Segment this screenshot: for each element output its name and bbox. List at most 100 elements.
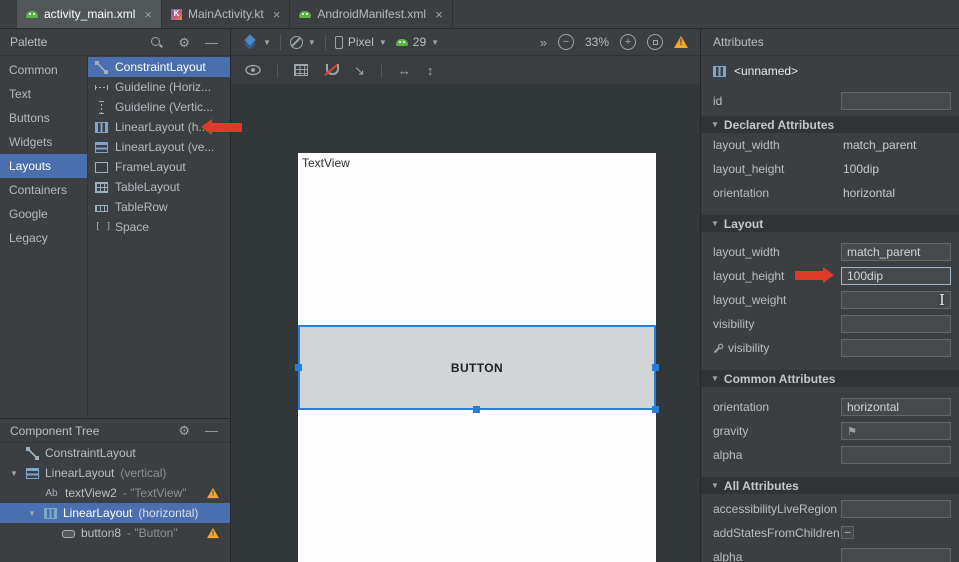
chevron-down-icon: ▼ <box>308 38 316 47</box>
resize-handle-bottom[interactable] <box>473 406 480 413</box>
accessibilityliveregion-input[interactable] <box>841 500 951 518</box>
close-icon[interactable]: × <box>273 8 281 21</box>
expand-caret-icon[interactable]: ▼ <box>28 509 36 518</box>
tree-item-constraintlayout[interactable]: ConstraintLayout <box>0 443 230 463</box>
alpha-input[interactable] <box>841 548 951 562</box>
attr-row-id: id <box>701 86 959 116</box>
orientation-input[interactable]: horizontal <box>841 398 951 416</box>
android-studio-window: activity_main.xml × K MainActivity.kt × … <box>0 0 959 562</box>
palette-item-space[interactable]: [ ] Space <box>88 217 230 237</box>
alpha-input[interactable] <box>841 446 951 464</box>
canvas-button[interactable]: BUTTON <box>451 361 503 375</box>
toolbar-overflow-icon[interactable]: » <box>540 35 547 50</box>
tools-visibility-input[interactable] <box>841 339 951 357</box>
layout-weight-input[interactable] <box>841 291 951 309</box>
flag-icon[interactable]: ⚑ <box>847 426 857 438</box>
warning-icon[interactable] <box>207 528 219 538</box>
palette-item-guideline-horizontal[interactable]: Guideline (Horiz... <box>88 77 230 97</box>
theme-icon <box>290 36 303 49</box>
category-widgets[interactable]: Widgets <box>0 130 87 154</box>
close-icon[interactable]: × <box>144 8 152 21</box>
layout-width-input[interactable]: match_parent <box>841 243 951 261</box>
attr-row-addstatesfromchildren: addStatesFromChildren – <box>701 521 959 545</box>
section-header-common-attributes[interactable]: ▼ Common Attributes <box>701 370 959 387</box>
warning-icon[interactable] <box>674 36 688 48</box>
palette-item-tablelayout[interactable]: TableLayout <box>88 177 230 197</box>
section-header-all-attributes[interactable]: ▼ All Attributes <box>701 477 959 494</box>
palette-item-tablerow[interactable]: TableRow <box>88 197 230 217</box>
tree-item-linearlayout-horizontal[interactable]: ▼ LinearLayout(horizontal) <box>0 503 230 523</box>
device-selector[interactable]: Pixel ▼ <box>335 35 387 49</box>
section-header-declared-attributes[interactable]: ▼ Declared Attributes <box>701 116 959 133</box>
id-input[interactable] <box>841 92 951 110</box>
attributes-body: <unnamed> id ▼ Declared Attributes layou… <box>701 56 959 562</box>
framelayout-icon <box>95 162 108 173</box>
guideline-horizontal-icon <box>95 81 108 94</box>
collapse-caret-icon: ▼ <box>711 219 719 228</box>
attr-row-visibility: visibility <box>701 312 959 336</box>
category-buttons[interactable]: Buttons <box>0 106 87 130</box>
autoconnect-off-icon[interactable] <box>324 64 338 77</box>
attr-value[interactable]: match_parent <box>843 133 916 157</box>
tab-mainactivity-kt[interactable]: K MainActivity.kt × <box>162 0 290 28</box>
resize-handle-left[interactable] <box>295 364 302 371</box>
tablerow-icon <box>95 205 108 212</box>
minimize-icon[interactable]: — <box>205 424 218 437</box>
category-legacy[interactable]: Legacy <box>0 226 87 250</box>
attr-value[interactable]: 100dip <box>843 157 879 181</box>
api-level-selector[interactable]: 29 ▼ <box>396 35 439 49</box>
tree-item-textview2[interactable]: Ab textView2- "TextView" <box>0 483 230 503</box>
section-title: Common Attributes <box>724 372 836 386</box>
id-label: id <box>713 86 722 116</box>
chevron-down-icon: ▼ <box>379 38 387 47</box>
palette-item-constraintlayout[interactable]: ConstraintLayout <box>88 57 230 77</box>
search-icon[interactable] <box>150 36 163 49</box>
attr-row-tools-visibility: visibility <box>701 336 959 360</box>
addstatesfromchildren-checkbox[interactable]: – <box>841 526 854 539</box>
gravity-input[interactable]: ⚑ <box>841 422 951 440</box>
category-layouts[interactable]: Layouts <box>0 154 87 178</box>
tree-item-linearlayout-vertical[interactable]: ▼ LinearLayout(vertical) <box>0 463 230 483</box>
resize-handle-bottom-right[interactable] <box>652 406 659 413</box>
zoom-out-button[interactable]: − <box>558 34 574 50</box>
expand-vertical-icon[interactable]: ↕ <box>427 64 434 77</box>
attr-value[interactable]: horizontal <box>843 181 895 205</box>
zoom-to-fit-button[interactable] <box>647 34 663 50</box>
category-common[interactable]: Common <box>0 58 87 82</box>
theme-selector[interactable]: ▼ <box>290 36 316 49</box>
device-screen[interactable]: TextView BUTTON <box>298 153 656 562</box>
layout-height-input[interactable]: 100dip <box>841 267 951 285</box>
expand-caret-icon[interactable]: ▼ <box>10 469 18 478</box>
palette-item-framelayout[interactable]: FrameLayout <box>88 157 230 177</box>
category-text[interactable]: Text <box>0 82 87 106</box>
close-icon[interactable]: × <box>435 8 443 21</box>
blueprint-grid-icon[interactable] <box>294 64 308 76</box>
align-horizontal-icon[interactable]: ↔ <box>398 64 411 77</box>
infer-constraints-icon[interactable]: ↘ <box>354 64 365 77</box>
linearlayout-horizontal-icon <box>95 122 108 133</box>
canvas-textview[interactable]: TextView <box>302 156 350 170</box>
tab-activity-main-xml[interactable]: activity_main.xml × <box>17 0 162 28</box>
android-file-icon <box>26 8 38 20</box>
minimize-icon[interactable]: — <box>205 36 218 49</box>
view-options-eye-icon[interactable] <box>245 64 261 76</box>
resize-handle-right[interactable] <box>652 364 659 371</box>
zoom-in-button[interactable]: + <box>620 34 636 50</box>
selected-linearlayout[interactable]: BUTTON <box>298 325 656 410</box>
warning-icon[interactable] <box>207 488 219 498</box>
textview-icon: Ab <box>44 487 59 500</box>
palette-item-guideline-vertical[interactable]: Guideline (Vertic... <box>88 97 230 117</box>
gear-icon[interactable]: ⚙ <box>178 36 190 49</box>
design-canvas[interactable]: ↘ ↔ ↕ TextView BUTTON <box>231 56 700 562</box>
category-containers[interactable]: Containers <box>0 178 87 202</box>
tree-item-button8[interactable]: button8- "Button" <box>0 523 230 543</box>
category-google[interactable]: Google <box>0 202 87 226</box>
gear-icon[interactable]: ⚙ <box>178 424 190 437</box>
palette-item-linearlayout-vertical[interactable]: LinearLayout (ve... <box>88 137 230 157</box>
visibility-input[interactable] <box>841 315 951 333</box>
attributes-title: Attributes <box>713 35 764 49</box>
section-header-layout[interactable]: ▼ Layout <box>701 215 959 232</box>
tab-androidmanifest-xml[interactable]: AndroidManifest.xml × <box>290 0 452 28</box>
design-surface-selector[interactable]: ▼ <box>243 35 271 49</box>
text-cursor: I <box>939 293 945 308</box>
